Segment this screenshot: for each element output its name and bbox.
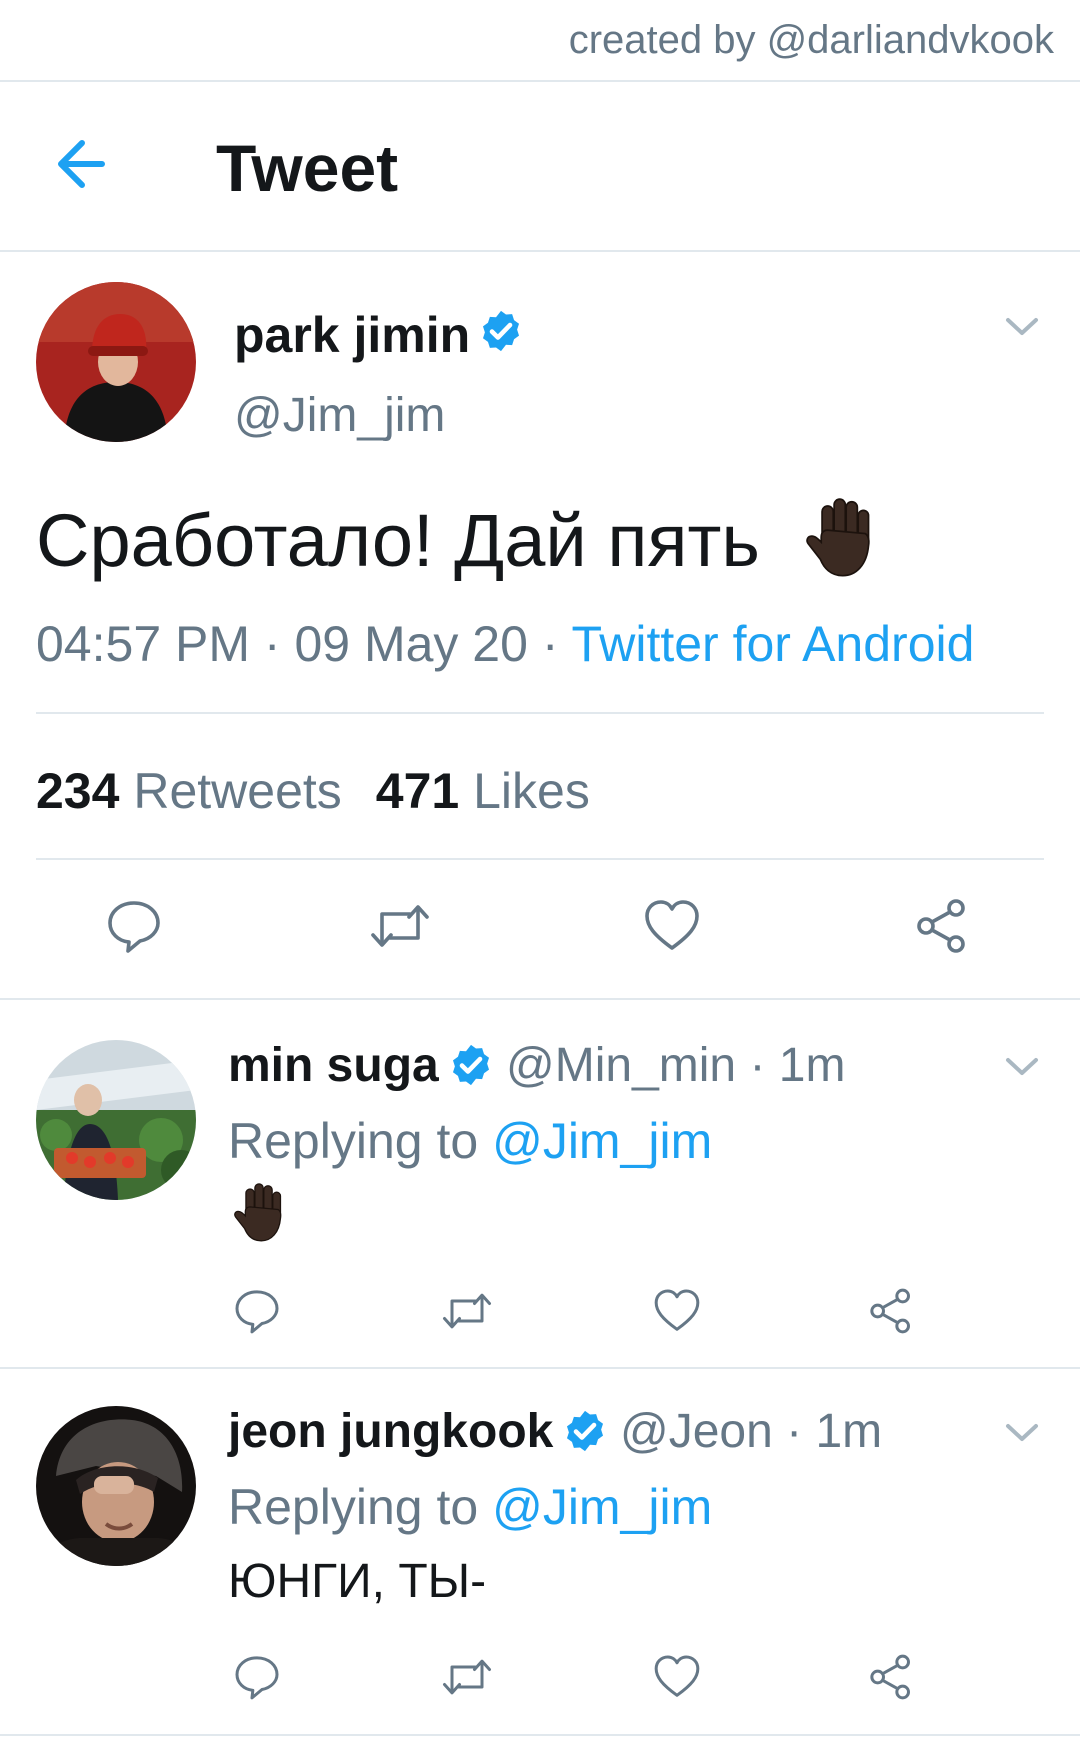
retweet-icon [440,1286,494,1336]
share-button[interactable] [912,896,972,956]
like-icon [652,1652,702,1702]
like-button[interactable] [652,1652,702,1702]
tweet-time: 04:57 PM [36,616,251,672]
share-button[interactable] [866,1286,916,1336]
like-icon [652,1286,702,1336]
chevron-down-icon[interactable] [1002,1418,1042,1446]
tweet-text: Сработало! Дай пять [36,499,760,582]
tweet-meta: 04:57 PM · 09 May 20 · Twitter for Andro… [36,616,975,672]
replying-to-mention[interactable]: @Jim_jim [492,1113,712,1169]
like-icon [642,896,702,956]
reply-icon [232,1286,282,1336]
reply-text: ЮНГИ, ТЫ- [228,1555,487,1608]
reply-author-name[interactable]: jeon jungkook [228,1404,553,1459]
tweet-source-link[interactable]: Twitter for Android [571,616,974,672]
replying-to-mention[interactable]: @Jim_jim [492,1479,712,1535]
reply-button[interactable] [104,896,164,956]
chevron-down-icon[interactable] [1002,312,1042,340]
verified-badge-icon [448,1042,494,1088]
author-name[interactable]: park jimin [234,306,470,364]
share-icon [912,896,972,956]
divider [36,712,1044,714]
likes-count[interactable]: 471 [376,763,459,819]
retweet-icon [440,1652,494,1702]
divider [0,998,1080,1000]
app-header: Tweet [0,82,1080,252]
like-button[interactable] [642,896,702,956]
reply-icon [232,1652,282,1702]
retweets-label[interactable]: Retweets [133,763,341,819]
reply-handle-time[interactable]: @Jeon · 1m [620,1404,882,1459]
reply-handle[interactable]: @Min_min [506,1039,736,1092]
raised-hand-emoji [228,1180,292,1244]
divider [0,1367,1080,1369]
tweet-stats: 234 Retweets 471 Likes [36,762,590,820]
verified-badge-icon [562,1408,608,1454]
arrow-left-icon [58,140,105,188]
replying-to-label: Replying to [228,1113,479,1169]
avatar-min-suga[interactable] [36,1040,196,1200]
reply-time: 1m [815,1405,883,1458]
avatar-jeon-jungkook[interactable] [36,1406,196,1566]
likes-label[interactable]: Likes [473,763,590,819]
divider [36,858,1044,860]
replying-to: Replying to @Jim_jim [228,1112,712,1170]
share-icon [866,1286,916,1336]
back-button[interactable] [52,132,116,196]
like-button[interactable] [652,1286,702,1336]
verified-badge-icon [478,308,524,354]
reply-author-name[interactable]: min suga [228,1038,439,1093]
divider [0,1734,1080,1736]
raised-hand-emoji [798,494,884,580]
retweet-button[interactable] [368,896,432,956]
share-icon [866,1652,916,1702]
reply-icon [104,896,164,956]
chevron-down-icon[interactable] [1002,1052,1042,1080]
retweet-icon [368,896,432,956]
retweet-button[interactable] [440,1286,494,1336]
retweets-count[interactable]: 234 [36,763,119,819]
author-handle[interactable]: @Jim_jim [234,388,445,443]
reply-handle-time[interactable]: @Min_min · 1m [506,1038,845,1093]
replying-to: Replying to @Jim_jim [228,1478,712,1536]
reply-time: 1m [778,1039,846,1092]
replying-to-label: Replying to [228,1479,479,1535]
reply-button[interactable] [232,1652,282,1702]
avatar-park-jimin[interactable] [36,282,196,442]
reply-handle[interactable]: @Jeon [620,1405,773,1458]
page-title: Tweet [216,131,399,205]
creator-credit: created by @darliandvkook [568,18,1054,62]
credit-bar: created by @darliandvkook [0,0,1080,82]
share-button[interactable] [866,1652,916,1702]
retweet-button[interactable] [440,1652,494,1702]
reply-button[interactable] [232,1286,282,1336]
tweet-date: 09 May 20 [294,616,528,672]
